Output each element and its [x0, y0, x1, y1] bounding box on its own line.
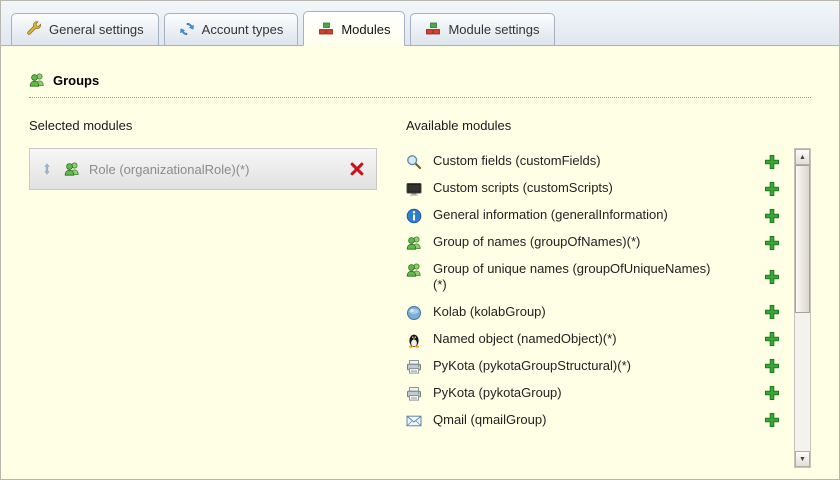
add-module-button[interactable]: [764, 304, 780, 320]
wrench-icon: [26, 21, 42, 37]
module-label: Qmail (qmailGroup): [433, 411, 547, 427]
module-label: Kolab (kolabGroup): [433, 303, 546, 319]
scrollbar-thumb[interactable]: [795, 165, 810, 313]
tab-module-settings[interactable]: Module settings: [410, 13, 555, 46]
group-icon: [64, 161, 80, 177]
add-module-button[interactable]: [764, 269, 780, 285]
modules-tab-content: Groups Selected modules Role (organizati…: [1, 46, 839, 468]
module-label: Group of names (groupOfNames)(*): [433, 234, 641, 250]
tab-modules[interactable]: Modules: [303, 11, 406, 46]
available-module-row: Kolab (kolabGroup): [406, 299, 794, 326]
mail-icon: [406, 413, 422, 429]
kolab-icon: [406, 305, 422, 321]
terminal-icon: [406, 181, 422, 197]
module-label: Custom scripts (customScripts): [433, 180, 613, 196]
available-module-row: Custom scripts (customScripts): [406, 175, 794, 202]
module-label: Group of unique names (groupOfUniqueName…: [433, 261, 711, 293]
tab-bar: General settings Account types Modules M…: [1, 1, 839, 46]
add-module-button[interactable]: [764, 358, 780, 374]
scroll-down-button[interactable]: ▼: [795, 451, 810, 467]
group-icon: [406, 235, 422, 251]
tab-label: Module settings: [448, 21, 540, 37]
modules-blocks-icon: [318, 21, 334, 37]
module-label: General information (generalInformation): [433, 207, 668, 223]
tab-general-settings[interactable]: General settings: [11, 13, 159, 46]
scroll-up-button[interactable]: ▲: [795, 149, 810, 165]
add-module-button[interactable]: [764, 208, 780, 224]
module-label: PyKota (pykotaGroupStructural)(*): [433, 357, 631, 373]
selected-module-row[interactable]: Role (organizationalRole)(*): [29, 148, 377, 190]
available-module-row: Group of unique names (groupOfUniqueName…: [406, 256, 794, 299]
add-module-button[interactable]: [764, 181, 780, 197]
available-modules-heading: Available modules: [406, 118, 512, 133]
remove-module-button[interactable]: [349, 161, 365, 177]
group-icon: [406, 262, 422, 278]
section-title-text: Groups: [53, 72, 100, 88]
add-module-button[interactable]: [764, 235, 780, 251]
add-module-button[interactable]: [764, 385, 780, 401]
selected-modules-heading: Selected modules: [29, 118, 133, 133]
add-module-button[interactable]: [764, 331, 780, 347]
available-modules-list: Custom fields (customFields) Custom scri…: [406, 148, 811, 468]
scrollbar[interactable]: ▲ ▼: [794, 148, 811, 468]
selected-modules-column: Selected modules Role (organizationalRol…: [29, 118, 406, 468]
groups-section-heading: Groups: [29, 72, 811, 98]
printer-icon: [406, 386, 422, 402]
selected-module-label: Role (organizationalRole)(*): [89, 161, 250, 177]
module-label: Custom fields (customFields): [433, 153, 601, 169]
modules-columns: Selected modules Role (organizationalRol…: [29, 118, 811, 468]
modules-blocks-icon: [425, 21, 441, 37]
tab-label: Modules: [341, 21, 391, 37]
module-label: PyKota (pykotaGroup): [433, 384, 562, 400]
tab-account-types[interactable]: Account types: [163, 13, 299, 46]
tab-label: General settings: [49, 21, 144, 37]
available-modules-column: Available modules Custom fields (customF…: [406, 118, 811, 468]
sync-icon: [179, 21, 195, 37]
available-module-row: Group of names (groupOfNames)(*): [406, 229, 794, 256]
lam-configuration-page: General settings Account types Modules M…: [0, 0, 840, 480]
tux-icon: [406, 332, 422, 348]
available-module-row: Custom fields (customFields): [406, 148, 794, 175]
module-label: Named object (namedObject)(*): [433, 330, 617, 346]
add-module-button[interactable]: [764, 154, 780, 170]
available-module-row: PyKota (pykotaGroupStructural)(*): [406, 353, 794, 380]
available-module-row: Named object (namedObject)(*): [406, 326, 794, 353]
drag-handle-icon[interactable]: [41, 162, 53, 176]
available-module-row: General information (generalInformation): [406, 202, 794, 229]
tab-label: Account types: [201, 21, 284, 37]
info-icon: [406, 208, 422, 224]
available-module-row: PyKota (pykotaGroup): [406, 380, 794, 407]
group-icon: [29, 72, 45, 88]
printer-icon: [406, 359, 422, 375]
magnifier-icon: [406, 154, 422, 170]
add-module-button[interactable]: [764, 412, 780, 428]
available-module-row: Qmail (qmailGroup): [406, 407, 794, 434]
